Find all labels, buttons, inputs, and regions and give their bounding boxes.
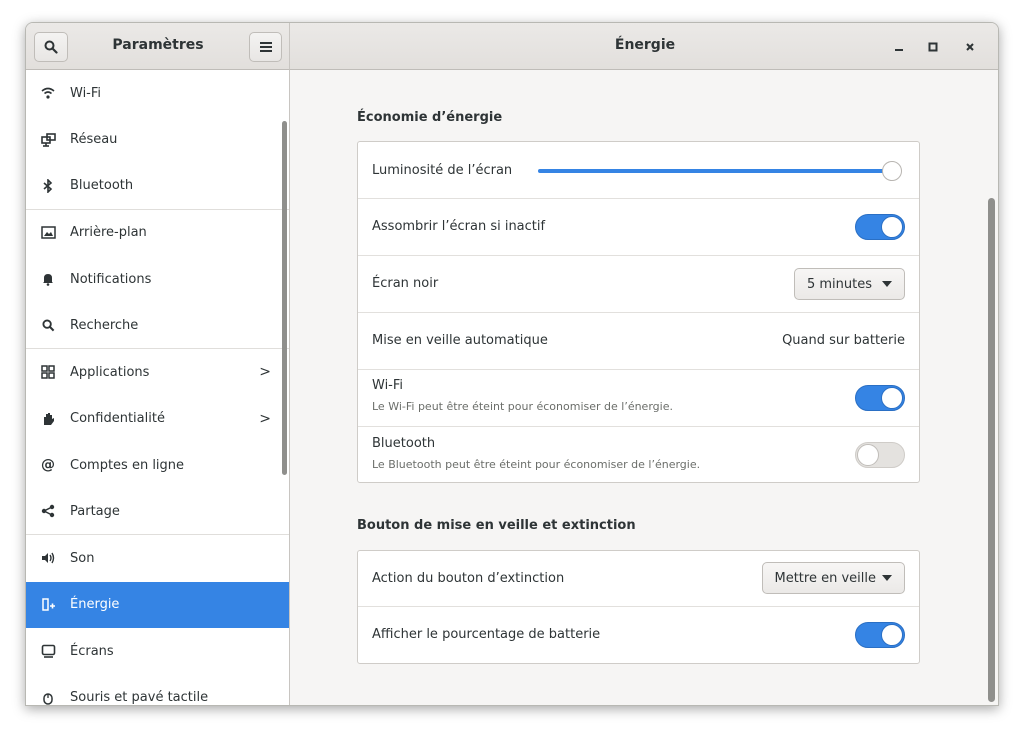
sidebar-item-label: Recherche [70, 317, 139, 333]
sidebar-item-privacy[interactable]: Confidentialité > [26, 396, 289, 443]
sidebar-item-label: Écrans [70, 643, 114, 659]
apps-grid-icon [40, 364, 56, 380]
sidebar-item-label: Confidentialité [70, 411, 165, 427]
sidebar-item-label: Partage [70, 503, 120, 519]
sidebar-item-label: Notifications [70, 271, 152, 287]
wifi-icon [40, 85, 56, 101]
at-sign-icon: @ [41, 457, 55, 474]
wifi-power-label: Wi-Fi [372, 378, 404, 393]
search-icon [40, 317, 56, 333]
power-button-action-dropdown[interactable]: Mettre en veille [761, 562, 905, 594]
hamburger-icon [259, 42, 272, 52]
chevron-right-icon: > [259, 364, 271, 381]
minimize-icon [895, 49, 903, 51]
bell-icon [40, 271, 56, 287]
minimize-button[interactable] [889, 37, 909, 57]
blank-screen-row: Écran noir 5 minutes [358, 256, 919, 313]
power-icon [40, 597, 56, 613]
power-button-action-value: Mettre en veille [774, 570, 877, 586]
blank-screen-label: Écran noir [372, 276, 439, 291]
sidebar-header: Paramètres [26, 23, 290, 70]
bluetooth-power-description: Le Bluetooth peut être éteint pour écono… [372, 458, 701, 471]
auto-suspend-label: Mise en veille automatique [372, 333, 548, 348]
power-saving-card: Luminosité de l’écran Assombrir l’écran … [357, 141, 920, 483]
sidebar-item-label: Réseau [70, 132, 118, 148]
sidebar-item-applications[interactable]: Applications > [26, 349, 289, 396]
blank-screen-dropdown[interactable]: 5 minutes [793, 268, 905, 300]
bluetooth-power-toggle[interactable] [855, 442, 905, 468]
sidebar: Wi-Fi Réseau Bluetooth Arrière-plan Noti… [26, 70, 290, 706]
power-button-action-row: Action du bouton d’extinction Mettre en … [358, 551, 919, 607]
close-button[interactable] [960, 37, 980, 57]
power-button-title: Bouton de mise en veille et extinction [357, 518, 636, 533]
auto-suspend-value: Quand sur batterie [782, 333, 905, 348]
maximize-button[interactable] [923, 37, 943, 57]
sidebar-item-notifications[interactable]: Notifications [26, 256, 289, 303]
battery-percentage-row: Afficher le pourcentage de batterie [358, 607, 919, 663]
sidebar-item-bluetooth[interactable]: Bluetooth [26, 163, 289, 210]
bluetooth-power-label: Bluetooth [372, 436, 436, 451]
blank-screen-value: 5 minutes [806, 276, 872, 292]
background-icon [40, 225, 56, 241]
sidebar-item-label: Comptes en ligne [70, 457, 185, 473]
battery-percentage-label: Afficher le pourcentage de batterie [372, 627, 601, 642]
sidebar-item-wifi[interactable]: Wi-Fi [26, 70, 289, 117]
sidebar-item-background[interactable]: Arrière-plan [26, 210, 289, 257]
brightness-row: Luminosité de l’écran [358, 142, 919, 199]
power-button-card: Action du bouton d’extinction Mettre en … [357, 550, 920, 664]
auto-suspend-row[interactable]: Mise en veille automatique Quand sur bat… [358, 313, 919, 370]
maximize-icon [928, 42, 938, 52]
sidebar-item-online-accounts[interactable]: @ Comptes en ligne [26, 442, 289, 489]
sidebar-item-displays[interactable]: Écrans [26, 628, 289, 675]
mouse-icon [40, 690, 56, 705]
sidebar-item-label: Applications [70, 364, 150, 380]
brightness-slider[interactable] [538, 169, 888, 173]
wifi-power-row: Wi-Fi Le Wi-Fi peut être éteint pour éco… [358, 370, 919, 427]
dim-screen-label: Assombrir l’écran si inactif [372, 219, 546, 234]
dropdown-arrow-icon [882, 281, 892, 287]
close-icon [966, 43, 974, 51]
sidebar-item-sound[interactable]: Son [26, 535, 289, 582]
sidebar-item-label: Bluetooth [70, 178, 134, 194]
sidebar-item-label: Énergie [70, 597, 120, 613]
main-content: Économie d’énergie Luminosité de l’écran… [291, 70, 998, 705]
sidebar-item-label: Son [70, 550, 95, 566]
dim-screen-toggle[interactable] [855, 214, 905, 240]
sidebar-item-label: Arrière-plan [70, 225, 147, 241]
dropdown-arrow-icon [882, 575, 892, 581]
dim-screen-row: Assombrir l’écran si inactif [358, 199, 919, 256]
bluetooth-icon [40, 178, 56, 194]
sidebar-item-power[interactable]: Énergie [26, 581, 289, 628]
brightness-slider-handle[interactable] [882, 161, 902, 181]
battery-percentage-toggle[interactable] [855, 622, 905, 648]
settings-window: Paramètres Énergie Wi-Fi Réseau Bluetoot… [25, 22, 999, 706]
power-saving-title: Économie d’énergie [357, 110, 503, 125]
header-bar: Paramètres Énergie [26, 23, 998, 70]
sidebar-item-sharing[interactable]: Partage [26, 489, 289, 535]
chevron-right-icon: > [259, 410, 271, 427]
bluetooth-power-row: Bluetooth Le Bluetooth peut être éteint … [358, 427, 919, 482]
sidebar-item-search[interactable]: Recherche [26, 303, 289, 349]
wifi-power-description: Le Wi-Fi peut être éteint pour économise… [372, 400, 673, 413]
sidebar-item-label: Wi-Fi [70, 85, 102, 101]
brightness-label: Luminosité de l’écran [372, 163, 513, 178]
sidebar-scrollbar[interactable] [282, 121, 287, 475]
hand-icon [40, 411, 56, 427]
wifi-power-toggle[interactable] [855, 385, 905, 411]
share-icon [40, 503, 56, 519]
sidebar-item-network[interactable]: Réseau [26, 117, 289, 164]
network-icon [40, 132, 56, 148]
display-icon [40, 643, 56, 659]
sidebar-item-label: Souris et pavé tactile [70, 690, 209, 706]
power-button-action-label: Action du bouton d’extinction [372, 571, 565, 586]
sidebar-item-mouse[interactable]: Souris et pavé tactile [26, 675, 289, 706]
speaker-icon [40, 550, 56, 566]
content-header: Énergie [290, 23, 998, 70]
menu-button[interactable] [249, 32, 282, 62]
content-scrollbar[interactable] [988, 198, 995, 702]
